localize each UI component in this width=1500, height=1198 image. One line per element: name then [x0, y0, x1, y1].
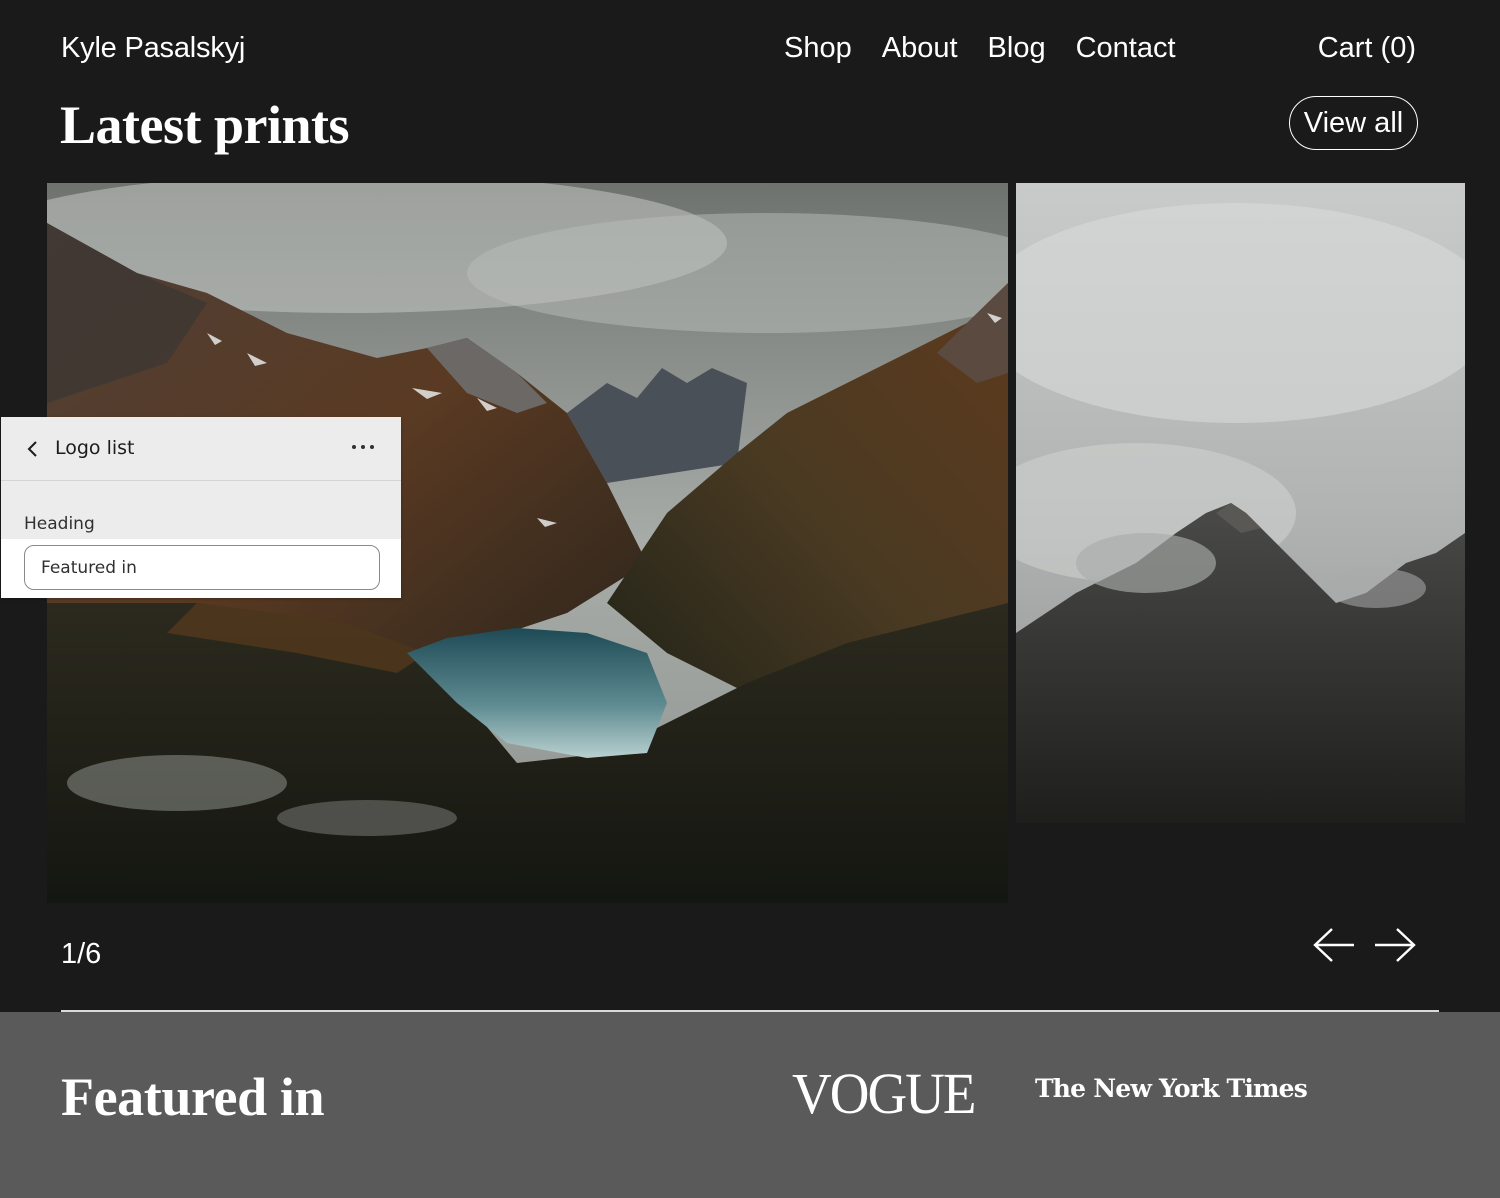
panel-header: Logo list — [1, 417, 401, 481]
site-brand[interactable]: Kyle Pasalskyj — [61, 32, 245, 65]
heading-input[interactable] — [24, 545, 380, 590]
logo-vogue: VOGUE — [792, 1061, 976, 1126]
slide-counter: 1/6 — [61, 938, 102, 970]
cart-link[interactable]: Cart (0) — [1318, 32, 1416, 65]
logo-list-editor-panel: Logo list Heading — [1, 417, 401, 598]
logo-nyt: The New York Times — [1035, 1074, 1308, 1103]
arrow-right-icon[interactable] — [1373, 925, 1417, 965]
more-horizontal-icon[interactable] — [347, 437, 379, 457]
nav-item-blog[interactable]: Blog — [988, 32, 1046, 65]
featured-section: Featured in VOGUE The New York Times — [0, 1012, 1500, 1198]
arrow-left-icon[interactable] — [1312, 925, 1356, 965]
section-title: Latest prints — [60, 95, 350, 155]
site-header: Kyle Pasalskyj Shop About Blog Contact C… — [0, 0, 1500, 100]
panel-title: Logo list — [55, 437, 135, 459]
main-nav: Shop About Blog Contact — [784, 32, 1176, 65]
print-image-misty-peak[interactable] — [1016, 183, 1465, 823]
nav-item-contact[interactable]: Contact — [1076, 32, 1176, 65]
chevron-left-icon[interactable] — [23, 437, 43, 461]
nav-item-shop[interactable]: Shop — [784, 32, 852, 65]
heading-field-label: Heading — [24, 514, 95, 534]
nav-item-about[interactable]: About — [882, 32, 958, 65]
featured-title: Featured in — [61, 1067, 325, 1127]
view-all-button[interactable]: View all — [1289, 96, 1418, 150]
